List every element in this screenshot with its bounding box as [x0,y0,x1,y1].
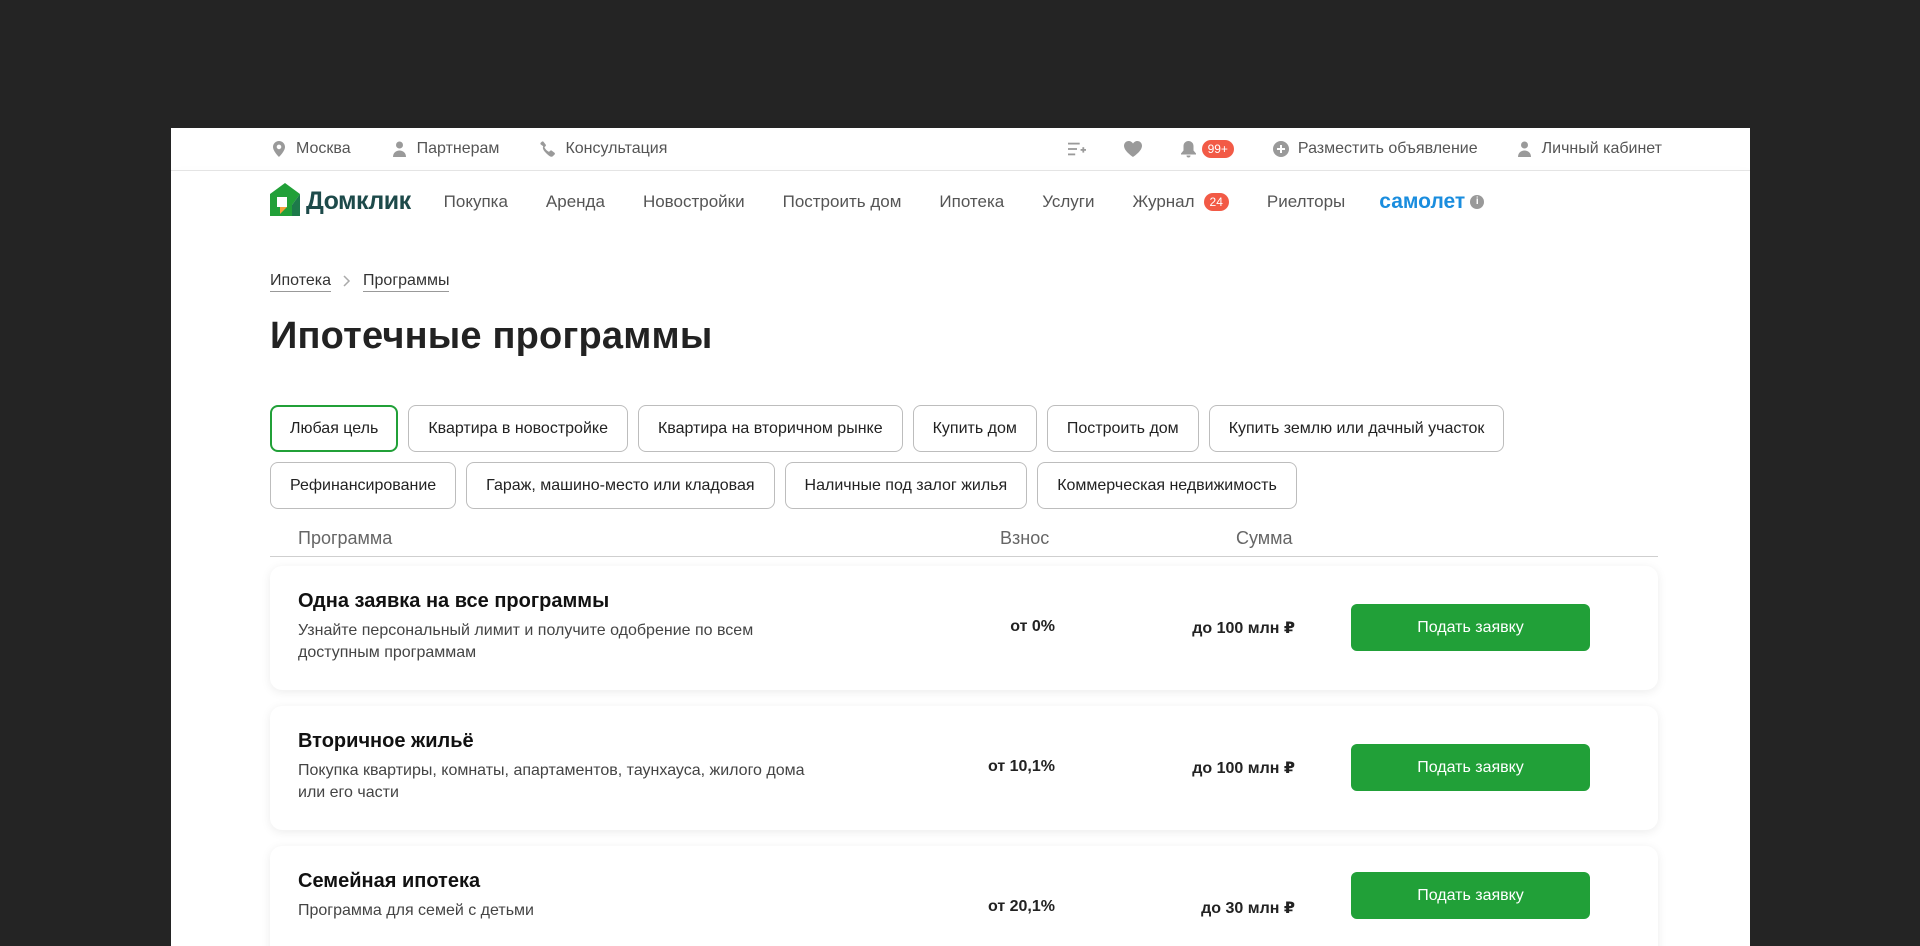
program-title: Семейная ипотека [298,870,481,892]
program-row[interactable]: Вторичное жильё Покупка квартиры, комнат… [270,706,1658,830]
chip-any-goal[interactable]: Любая цель [270,405,399,452]
city-selector[interactable]: Москва [270,140,351,158]
breadcrumb: Ипотека Программы [270,272,450,292]
user-icon [1516,140,1534,158]
nav-item-realtors[interactable]: Риелторы [1267,192,1345,212]
apply-button[interactable]: Подать заявку [1351,872,1590,919]
program-description: Программа для семей с детьми [298,902,534,919]
program-fee: от 0% [1010,618,1055,635]
city-label: Москва [296,140,351,157]
post-ad-link[interactable]: Разместить объявление [1272,140,1478,158]
program-sum: до 30 млн ₽ [1201,900,1295,917]
topbar-right: 99+ Разместить объявление Личный кабинет [1067,140,1662,158]
breadcrumb-programs[interactable]: Программы [363,272,450,292]
main-content: Ипотека Программы Ипотечные программы Лю… [171,232,1750,946]
program-description: Покупка квартиры, комнаты, апартаментов,… [298,762,805,801]
program-row[interactable]: Семейная ипотека Программа для семей с д… [270,846,1658,946]
program-fee: от 20,1% [987,898,1055,915]
bell-icon [1180,140,1198,158]
col-fee-header[interactable]: Взнос [1000,528,1049,549]
nav-item-purchase[interactable]: Покупка [444,192,508,212]
breadcrumb-mortgage[interactable]: Ипотека [270,272,332,292]
compare-list-icon[interactable] [1067,140,1086,158]
nav-item-rent[interactable]: Аренда [546,192,605,212]
notifications-badge: 99+ [1201,140,1234,158]
partner-brand-link[interactable]: самолет i [1379,189,1485,214]
col-program-header[interactable]: Программа [298,528,392,549]
program-title: Вторичное жильё [298,730,474,752]
chip-land[interactable]: Купить землю или дачный участок [1208,405,1505,452]
logo[interactable]: Домклик [270,182,411,221]
journal-badge: 24 [1203,192,1229,211]
consult-label: Консультация [565,140,668,157]
program-title: Одна заявка на все программы [298,590,610,612]
chevron-right-icon [343,274,351,290]
cabinet-label: Личный кабинет [1541,140,1662,157]
phone-icon [539,140,557,158]
logo-text: Домклик [306,187,411,215]
top-bar: Москва Партнерам Консультация 99+ Размес… [171,128,1750,171]
nav-item-build-house[interactable]: Построить дом [783,192,902,212]
plus-circle-icon [1272,140,1290,158]
programs-list: Одна заявка на все программы Узнайте пер… [270,566,1658,946]
chip-garage[interactable]: Гараж, машино-место или кладовая [466,462,775,509]
partners-label: Партнерам [416,140,500,157]
nav-item-services[interactable]: Услуги [1042,192,1094,212]
program-fee: от 10,1% [987,758,1055,775]
chip-buy-house[interactable]: Купить дом [912,405,1037,452]
chip-new-building[interactable]: Квартира в новостройке [408,405,628,452]
nav-item-new-buildings[interactable]: Новостройки [643,192,745,212]
chip-commercial[interactable]: Коммерческая недвижимость [1037,462,1297,509]
chip-secondary[interactable]: Квартира на вторичном рынке [637,405,903,452]
apply-button[interactable]: Подать заявку [1351,604,1590,651]
house-logo-icon [270,182,300,221]
location-pin-icon [270,140,288,158]
partners-link[interactable]: Партнерам [391,140,500,158]
heart-icon[interactable] [1123,140,1142,158]
main-nav: Домклик Покупка Аренда Новостройки Постр… [171,171,1750,232]
chip-refinancing[interactable]: Рефинансирование [270,462,457,509]
nav-item-journal[interactable]: Журнал 24 [1133,192,1229,212]
programs-table-header: Программа Взнос Сумма [270,524,1658,557]
cabinet-link[interactable]: Личный кабинет [1516,140,1662,158]
chip-cash-loan[interactable]: Наличные под залог жилья [784,462,1028,509]
col-sum-header[interactable]: Сумма [1236,528,1293,549]
page-title: Ипотечные программы [270,315,713,357]
program-sum: до 100 млн ₽ [1192,620,1295,637]
user-icon [391,140,409,158]
nav-item-mortgage[interactable]: Ипотека [939,192,1004,212]
goal-filter-chips: Любая цель Квартира в новостройке Кварти… [270,405,1670,519]
partner-brand-label: самолет [1379,189,1466,213]
chip-row: Рефинансирование Гараж, машино-место или… [270,462,1670,509]
program-row[interactable]: Одна заявка на все программы Узнайте пер… [270,566,1658,690]
post-ad-label: Разместить объявление [1297,140,1478,157]
notifications[interactable]: 99+ [1180,140,1234,158]
consult-link[interactable]: Консультация [539,140,667,158]
chip-build-house[interactable]: Построить дом [1046,405,1199,452]
nav-item-journal-label: Журнал [1132,191,1195,211]
program-sum: до 100 млн ₽ [1192,760,1295,777]
browser-page: Москва Партнерам Консультация 99+ Размес… [171,128,1750,946]
chip-row: Любая цель Квартира в новостройке Кварти… [270,405,1670,452]
info-icon[interactable]: i [1470,194,1485,209]
apply-button[interactable]: Подать заявку [1351,744,1590,791]
program-description: Узнайте персональный лимит и получите од… [298,622,754,661]
